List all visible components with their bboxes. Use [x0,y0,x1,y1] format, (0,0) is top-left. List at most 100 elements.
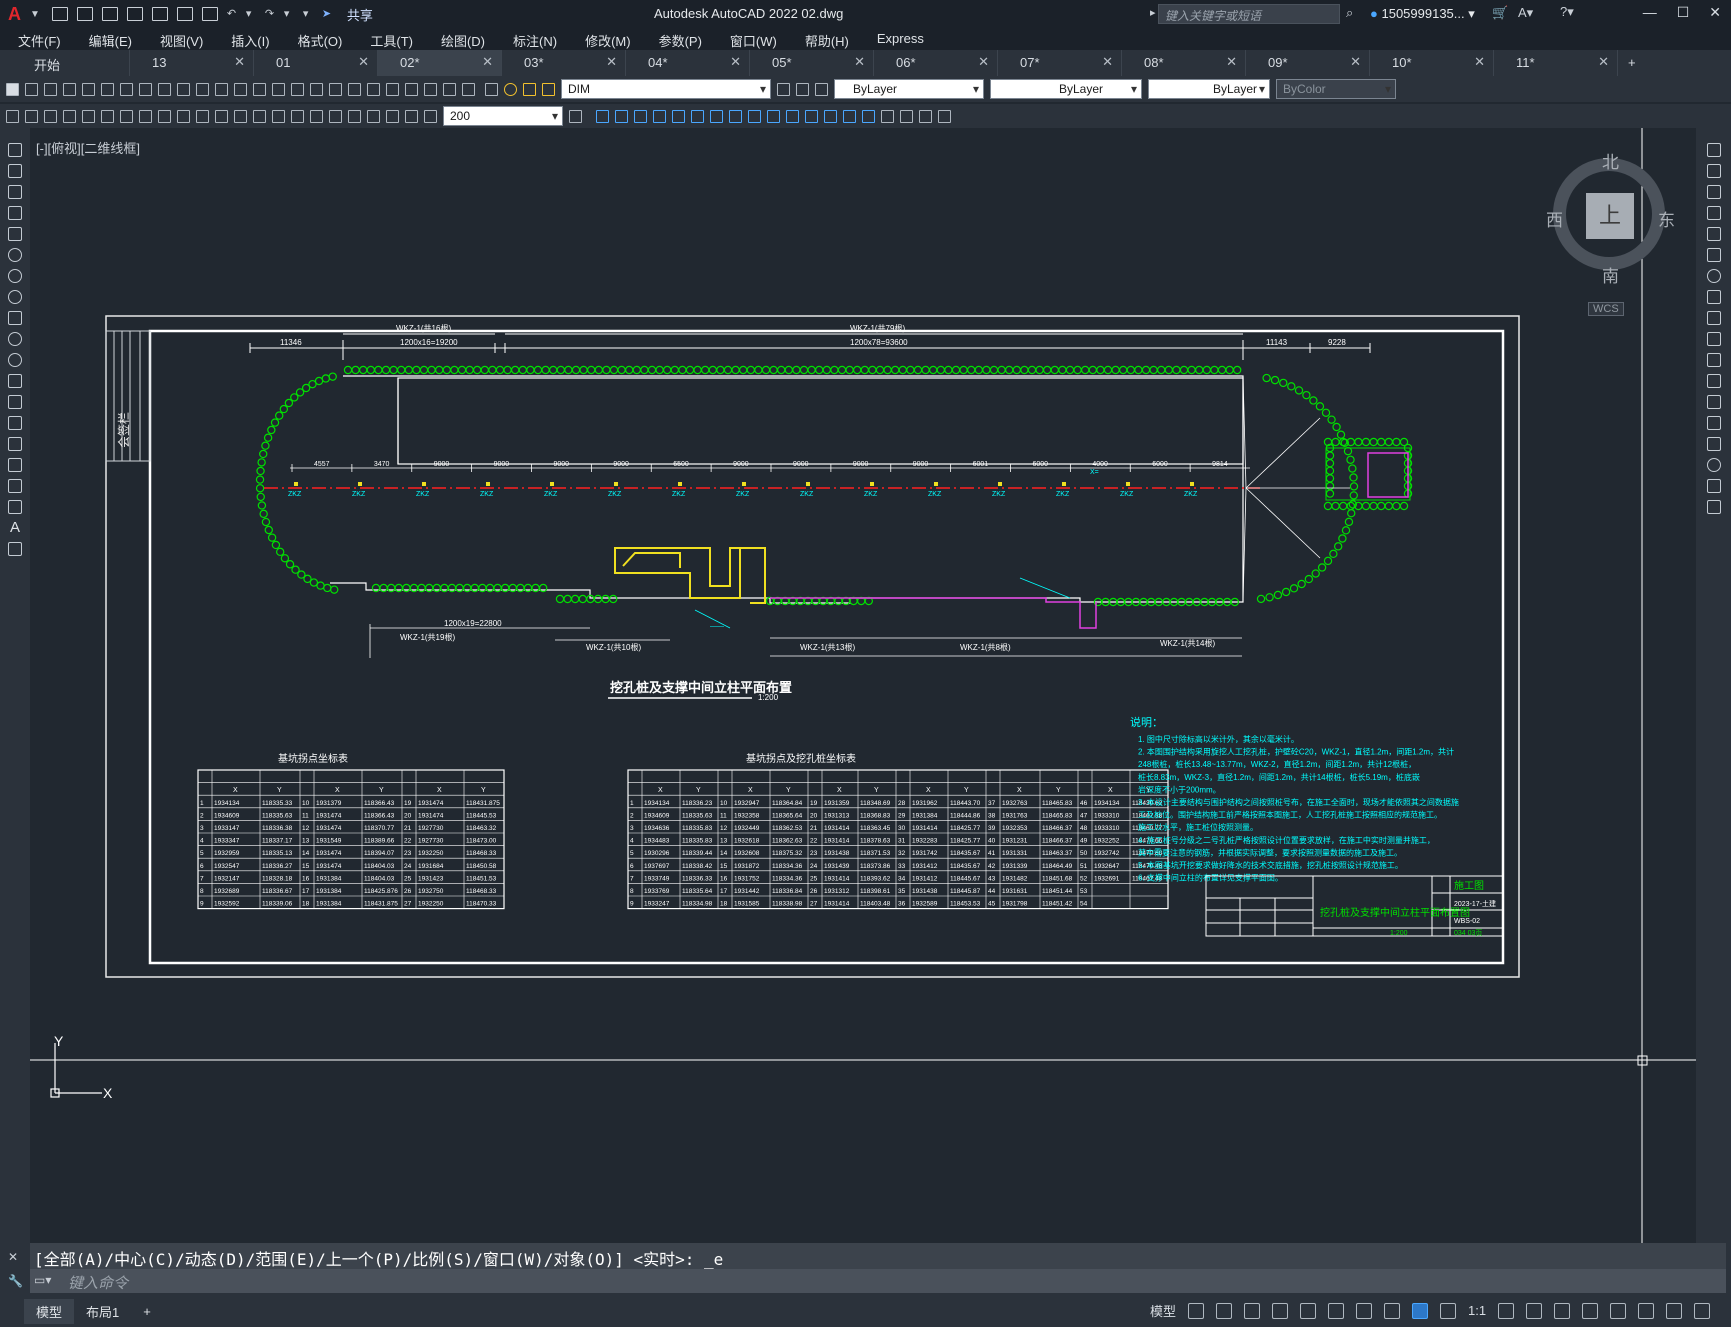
match-properties-icon[interactable] [196,82,209,96]
compass-west[interactable]: 西 [1546,206,1563,231]
multiline-text-icon[interactable]: A [8,520,22,535]
publish-icon[interactable] [101,82,114,96]
3d-print-icon[interactable] [120,82,133,96]
tab-13[interactable]: 13 ✕ [130,50,254,76]
join-icon[interactable] [1706,416,1721,430]
offset-icon[interactable] [634,109,647,123]
fillet-icon[interactable] [1706,458,1721,472]
linear-dim-icon[interactable] [63,109,76,123]
offset-icon[interactable] [1706,206,1721,220]
menu-draw[interactable]: 绘图(D) [423,28,495,50]
tab-07[interactable]: 07* ✕ [998,50,1122,76]
viewport-controls[interactable]: [-][俯视][二维线框] [36,138,140,157]
isodraft-icon[interactable] [1300,1302,1317,1319]
rectangle-icon[interactable] [8,227,22,241]
chamfer-icon[interactable] [1706,437,1721,451]
break-at-point-icon[interactable] [1706,374,1721,388]
menu-edit[interactable]: 编辑(E) [71,28,142,50]
tab-01[interactable]: 01 ✕ [254,50,378,76]
rotate-icon[interactable] [1706,269,1721,283]
close-icon[interactable]: ✕ [978,54,989,70]
grid-icon[interactable] [1188,1302,1205,1319]
command-recent-icon[interactable]: ▭▾ [34,1273,51,1287]
ordinate-dim-icon[interactable] [120,109,133,123]
open-file-icon[interactable] [76,7,93,21]
region-icon[interactable] [8,479,22,493]
drawing-canvas[interactable]: 会签栏 11346 1200x16=19200 1200x78=93600 11… [30,128,1696,1243]
explode-icon[interactable] [1706,500,1721,514]
linetype-dropdown[interactable]: ByLayer [990,79,1142,99]
lineweight-icon[interactable] [1384,1302,1401,1319]
zoom-previous-icon[interactable] [329,82,342,96]
polar-icon[interactable] [1272,1302,1289,1319]
annotation-monitor-icon[interactable] [1526,1302,1543,1319]
tab-model[interactable]: 模型 [24,1298,75,1324]
arc-icon[interactable] [8,248,22,262]
polygon-icon[interactable] [8,206,22,220]
menu-dimension[interactable]: 标注(N) [495,28,567,50]
markup-icon[interactable] [424,82,437,96]
copy-object-icon[interactable] [596,109,609,123]
tab-05[interactable]: 05* ✕ [750,50,874,76]
redo-icon[interactable] [253,82,266,96]
redo-icon[interactable]: ↷ [265,9,275,20]
customize-qat-icon[interactable]: ▾ [303,9,313,20]
trim-icon[interactable] [748,109,761,123]
bring-front-icon[interactable] [900,109,913,123]
workspace-gear-icon[interactable] [1498,1302,1515,1319]
command-close-icon[interactable]: ✕ [8,1250,18,1264]
continue-dim-icon[interactable] [253,109,266,123]
polyline-icon[interactable] [8,185,22,199]
layer-freeze-icon[interactable] [523,82,536,96]
table-icon[interactable] [8,500,22,514]
circle-icon[interactable] [8,269,22,283]
stretch-icon[interactable] [729,109,742,123]
open-web-icon[interactable] [151,7,168,21]
add-layout-button[interactable]: + [131,1301,163,1322]
join-icon[interactable] [805,109,818,123]
quick-properties-icon[interactable] [1582,1302,1599,1319]
new-tab-button[interactable]: + [1618,50,1648,76]
point-icon[interactable] [8,416,22,430]
revision-cloud-icon[interactable] [8,290,22,304]
mirror-icon[interactable] [615,109,628,123]
dim-style-icon[interactable] [44,109,57,123]
search-input[interactable]: 键入关键字或短语 [1158,4,1340,24]
close-icon[interactable]: ✕ [482,54,493,70]
stretch-icon[interactable] [1706,311,1721,325]
jogged-dim-icon[interactable] [158,109,171,123]
menu-window[interactable]: 窗口(W) [712,28,787,50]
break-icon[interactable] [1706,395,1721,409]
menu-parametric[interactable]: 参数(P) [641,28,712,50]
make-block-icon[interactable] [8,395,22,409]
tab-03[interactable]: 03* ✕ [502,50,626,76]
blend-curves-icon[interactable] [1706,479,1721,493]
wcs-menu[interactable]: WCS [1588,302,1624,316]
send-back-icon[interactable] [919,109,932,123]
snap-icon[interactable] [1216,1302,1233,1319]
minimize-button[interactable]: — [1643,4,1657,21]
app-menu-chevron-icon[interactable]: ▼ [30,9,40,20]
share-icon[interactable]: ➤ [322,9,332,20]
search-icon[interactable]: ⌕ [1346,5,1353,21]
cart-icon[interactable]: 🛒 [1492,5,1508,21]
color-dropdown[interactable]: ByLayer [834,79,984,99]
layer-dropdown[interactable]: DIM [561,79,771,99]
quick-select-icon[interactable] [6,109,19,123]
plot-icon[interactable] [201,7,218,21]
plotstyle-dropdown[interactable]: ByColor [1276,79,1396,99]
dim-scale-dropdown[interactable]: 200 [443,106,563,126]
tab-09[interactable]: 09* ✕ [1246,50,1370,76]
text-front-icon[interactable] [938,109,951,123]
extend-icon[interactable] [1706,353,1721,367]
command-input[interactable]: 键入命令 [30,1269,1726,1293]
layer-manager-icon[interactable] [485,82,498,96]
diameter-dim-icon[interactable] [177,109,190,123]
autoscale-icon[interactable] [1440,1302,1457,1319]
pan-icon[interactable] [272,82,285,96]
arc-length-icon[interactable] [101,109,114,123]
object-snap-tracking-icon[interactable] [1328,1302,1345,1319]
quick-dimension-icon[interactable] [215,109,228,123]
tab-02[interactable]: 02* ✕ [378,50,502,76]
ellipse-arc-icon[interactable] [8,353,22,367]
